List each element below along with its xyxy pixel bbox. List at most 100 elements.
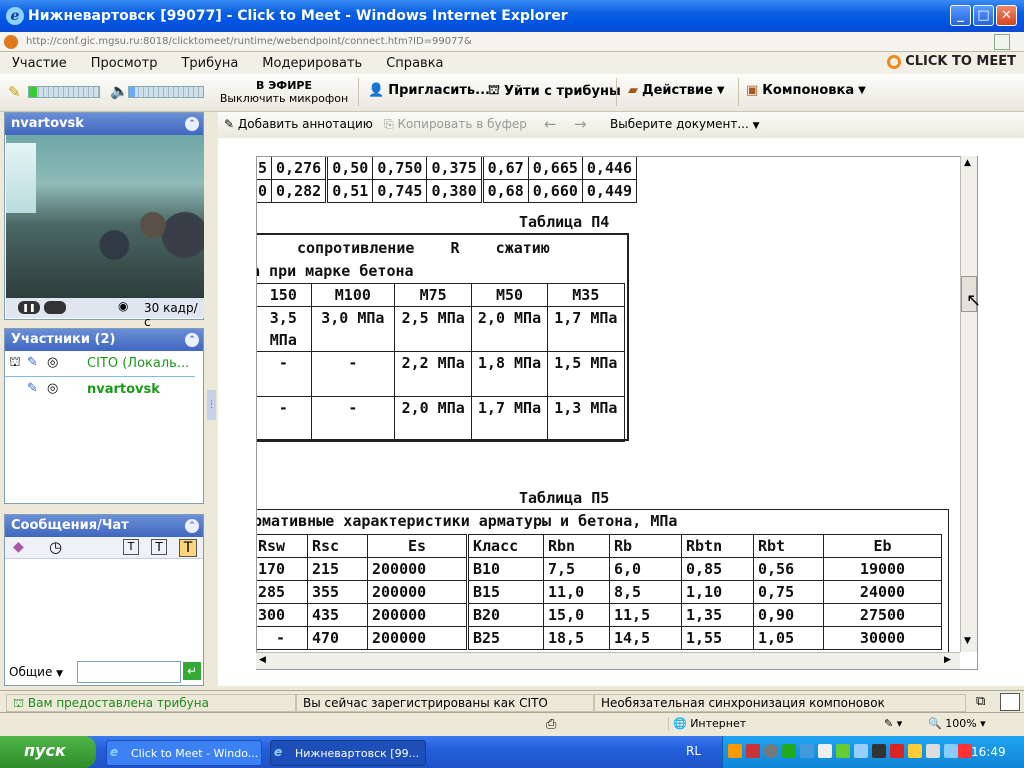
participant-row[interactable]: ✎ ◎ nvartovsk <box>5 377 203 403</box>
table-cell: 200000 <box>367 557 468 581</box>
menu-view[interactable]: Просмотр <box>79 56 170 71</box>
tray-app-icon[interactable] <box>800 744 814 758</box>
tray-app-icon[interactable] <box>818 744 832 758</box>
scroll-up-icon[interactable]: ▲ <box>964 158 971 168</box>
vertical-scrollbar[interactable]: ▲ ▼ <box>960 156 977 652</box>
clock-icon[interactable]: ◷ <box>49 538 62 556</box>
protected-mode-icon[interactable]: ✎ ▾ <box>884 717 902 730</box>
tray-app-icon[interactable] <box>854 744 868 758</box>
collapse-icon[interactable]: ⌃ <box>185 333 199 347</box>
horizontal-scrollbar[interactable]: ◀ ▶ <box>256 652 960 669</box>
table-header-cell: Rsc <box>307 534 368 558</box>
table-header-cell: Rbn <box>543 534 610 558</box>
table-cell: 7,5 <box>543 557 610 581</box>
chat-panel: Сообщения/Чат ⌃ ◆ ◷ T T T Общие ▼ ↵ <box>4 514 204 686</box>
tray-app-icon[interactable] <box>958 744 972 758</box>
participant-row[interactable]: ⛫ ✎ ◎ CITO (Локаль... <box>5 351 195 377</box>
video-panel-header: nvartovsk ⌃ <box>5 113 203 135</box>
table-cell: 1,8 МПа <box>471 351 548 397</box>
collapse-icon[interactable]: ⌃ <box>185 519 199 533</box>
pause-icon[interactable]: ❚❚ <box>18 301 40 314</box>
menu-moderate[interactable]: Модерировать <box>250 56 374 71</box>
chevron-down-icon: ▼ <box>858 85 866 96</box>
send-icon[interactable]: ↵ <box>183 662 201 680</box>
text-small-icon[interactable]: T <box>123 539 139 555</box>
resize-icon[interactable] <box>1000 693 1020 711</box>
chat-input[interactable] <box>77 661 181 683</box>
browser-status-bar: ⎙ 🌐 Интернет ✎ ▾ 🔍 100% ▾ <box>0 712 1024 736</box>
leave-podium-button[interactable]: ⛫ Уйти с трибуны <box>488 83 621 100</box>
tray-app-icon[interactable] <box>746 744 760 758</box>
menu-participate[interactable]: Участие <box>0 56 79 71</box>
tray-app-icon[interactable] <box>908 744 922 758</box>
scroll-down-icon[interactable]: ▼ <box>964 636 971 646</box>
speaker-volume-slider[interactable] <box>128 86 204 98</box>
text-large-icon[interactable]: T <box>179 539 197 557</box>
mute-mic-label: Выключить микрофон <box>219 92 349 105</box>
tray-app-icon[interactable] <box>926 744 940 758</box>
menu-podium[interactable]: Трибуна <box>169 56 250 71</box>
table4-grid: 150 М100 М75 М50 М35 3,5 МПа 3,0 МПа 2,5… <box>257 283 626 442</box>
speaker-tray-icon[interactable] <box>872 744 886 758</box>
zoom-control[interactable]: 🔍 100% ▾ <box>928 717 986 730</box>
table-cell: 2,5 МПа <box>394 306 473 352</box>
address-bar[interactable]: http://conf.gic.mgsu.ru:8018/clicktomeet… <box>0 32 1024 52</box>
table-cell: 200000 <box>367 580 468 604</box>
add-annotation-button[interactable]: ✎ Добавить аннотацию <box>224 117 373 131</box>
text-medium-icon[interactable]: T <box>151 539 167 555</box>
table-cell: 18,5 <box>543 626 610 650</box>
layout-menu-button[interactable]: ▣ Компоновка ▼ <box>746 83 866 98</box>
task-button[interactable]: Click to Meet - Windo... <box>106 740 262 766</box>
app-status-bar: ⛫ Вам предоставлена трибуна Вы сейчас за… <box>0 690 1024 712</box>
action-menu-button[interactable]: ▰ Действие ▼ <box>628 83 725 98</box>
tray-app-icon[interactable] <box>944 744 958 758</box>
layout-icon: ▣ <box>746 83 759 98</box>
minimize-button[interactable]: _ <box>950 5 971 26</box>
tray-app-icon[interactable] <box>728 744 742 758</box>
clock[interactable]: 16:49 <box>971 745 1006 759</box>
on-air-label: В ЭФИРЕ <box>256 79 312 92</box>
menu-help[interactable]: Справка <box>374 56 455 71</box>
maximize-button[interactable]: □ <box>973 5 994 26</box>
tray-app-icon[interactable] <box>890 744 904 758</box>
table-cell: 215 <box>307 557 368 581</box>
table-cell: 0,380 <box>426 179 483 203</box>
invite-button[interactable]: 👤 Пригласить... <box>368 83 490 98</box>
panel-splitter-handle[interactable]: ⋮ <box>207 390 216 420</box>
chat-title: Сообщения/Чат <box>11 518 129 533</box>
forward-arrow-icon[interactable]: → <box>574 115 587 133</box>
table-cell: 24000 <box>823 580 942 604</box>
speaker-icon[interactable]: 🔈 <box>110 82 129 100</box>
scroll-left-icon[interactable]: ◀ <box>259 655 266 665</box>
table-row: Rsw Rsc Es Класс Rbn Rb Rbtn Rbt Eb <box>257 534 942 558</box>
start-button[interactable]: пуск <box>0 736 96 768</box>
recipient-select[interactable]: Общие ▼ <box>9 665 63 679</box>
page-icon[interactable] <box>994 34 1010 50</box>
page-status-icon: ⎙ <box>546 717 557 732</box>
eraser-icon[interactable]: ◆ <box>13 539 24 555</box>
collapse-icon[interactable]: ⌃ <box>185 117 199 131</box>
close-button[interactable]: ✕ <box>996 5 1017 26</box>
copy-buffer-button[interactable]: ⎘ Копировать в буфер <box>384 117 527 132</box>
table5: рмативные характеристики арматуры и бето… <box>257 509 949 669</box>
stop-icon[interactable] <box>44 301 66 314</box>
table-header-cell: М100 <box>310 283 396 307</box>
tray-app-icon[interactable] <box>764 744 778 758</box>
task-button-active[interactable]: Нижневартовск [99... <box>270 740 426 766</box>
select-document-dropdown[interactable]: Выберите документ... ▼ <box>610 117 760 131</box>
mic-status[interactable]: В ЭФИРЕ Выключить микрофон <box>216 79 352 105</box>
table-cell: 285 <box>257 580 308 604</box>
language-indicator[interactable]: RL <box>686 744 701 758</box>
table-cell: 11,0 <box>543 580 610 604</box>
table-cell: 1,10 <box>681 580 754 604</box>
table-cell: 5 <box>257 157 273 180</box>
tray-app-icon[interactable] <box>836 744 850 758</box>
table-cell: - <box>310 351 396 397</box>
tray-app-icon[interactable] <box>782 744 796 758</box>
scroll-right-icon[interactable]: ▶ <box>944 655 951 665</box>
table-cell: 2,0 МПа <box>394 396 473 442</box>
back-arrow-icon[interactable]: ← <box>544 115 557 133</box>
microphone-icon[interactable]: ✎ <box>8 83 21 101</box>
document-viewer[interactable]: 5 0,276 0,50 0,750 0,375 0,67 0,665 0,44… <box>256 156 978 670</box>
table-cell: 355 <box>307 580 368 604</box>
